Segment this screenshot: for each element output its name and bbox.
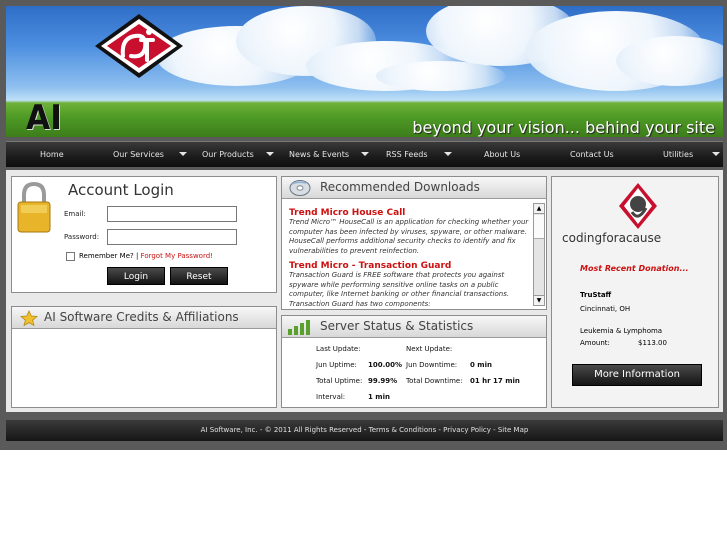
nav-news-events[interactable]: News & Events [289, 142, 373, 168]
nav-our-services[interactable]: Our Services [113, 142, 191, 168]
credits-panel: AI Software Credits & Affiliations [11, 306, 277, 408]
downloads-header: Recommended Downloads [282, 177, 546, 199]
nav-label: Utilities [663, 150, 694, 159]
download-title-link[interactable]: Trend Micro - Transaction Guard [289, 261, 529, 271]
login-button[interactable]: Login [107, 267, 165, 285]
total-downtime-value: 01 hr 17 min [470, 377, 520, 385]
month-downtime-value: 0 min [470, 361, 492, 369]
nav-label: Our Products [202, 150, 254, 159]
last-update-label: Last Update: [316, 345, 361, 353]
email-field[interactable] [107, 206, 237, 222]
download-description: Transaction Guard is FREE software that … [289, 271, 510, 307]
downloads-panel: Recommended Downloads Trend Micro House … [281, 176, 547, 310]
tagline: beyond your vision... behind your site [412, 118, 715, 137]
main-nav: Home Our Services Our Products News & Ev… [6, 141, 723, 167]
credits-title: AI Software Credits & Affiliations [44, 310, 239, 324]
password-field[interactable] [107, 229, 237, 245]
server-panel: Server Status & Statistics Last Update: … [281, 315, 547, 408]
nav-utilities[interactable]: Utilities [663, 142, 723, 168]
remember-row: Remember Me? | Forgot My Password! [79, 252, 213, 260]
site-logo[interactable]: AI SOFTWARE [6, 6, 266, 137]
total-uptime-value: 99.99% [368, 377, 398, 385]
scroll-down-icon[interactable]: ▼ [534, 295, 544, 305]
chevron-down-icon [179, 152, 187, 156]
download-description: Trend Micro™ HouseCall is an application… [289, 218, 529, 255]
recent-donation-title: Most Recent Donation... [580, 264, 689, 273]
separator: | [135, 252, 139, 260]
download-item: Trend Micro House Call Trend Micro™ Hous… [289, 208, 529, 256]
interval-value: 1 min [368, 393, 390, 401]
nav-contact-us[interactable]: Contact Us [570, 142, 614, 168]
server-title: Server Status & Statistics [320, 319, 474, 333]
amount-label: Amount: [580, 339, 610, 347]
nav-about-us[interactable]: About Us [484, 142, 520, 168]
downloads-list: Trend Micro House Call Trend Micro™ Hous… [289, 205, 529, 307]
scroll-thumb[interactable] [534, 215, 544, 239]
forgot-password-link[interactable]: Forgot My Password! [141, 252, 213, 260]
nav-our-products[interactable]: Our Products [202, 142, 278, 168]
password-label: Password: [64, 233, 100, 241]
month-uptime-label: Jun Uptime: [316, 361, 357, 369]
nav-rss-feeds[interactable]: RSS Feeds [386, 142, 454, 168]
chevron-down-icon [266, 152, 274, 156]
donor-location: Cincinnati, OH [580, 305, 631, 313]
more-information-button[interactable]: More Information [572, 364, 702, 386]
nav-label: About Us [484, 150, 521, 159]
nav-label: Home [40, 150, 64, 159]
remember-label: Remember Me? [79, 252, 134, 260]
chevron-down-icon [444, 152, 452, 156]
cause-name: Leukemia & Lymphoma [580, 327, 663, 335]
brand-name: AI SOFTWARE [26, 98, 62, 137]
bar-chart-icon [288, 320, 310, 335]
footer: AI Software, Inc. - © 2011 All Rights Re… [6, 420, 723, 441]
email-label: Email: [64, 210, 86, 218]
credits-header: AI Software Credits & Affiliations [12, 307, 276, 329]
nav-label: RSS Feeds [386, 150, 428, 159]
remember-checkbox[interactable] [66, 252, 75, 261]
month-downtime-label: Jun Downtime: [406, 361, 458, 369]
downloads-scrollbar[interactable]: ▲ ▼ [533, 203, 545, 306]
next-update-label: Next Update: [406, 345, 453, 353]
nav-label: News & Events [289, 150, 350, 159]
download-title-link[interactable]: Trend Micro House Call [289, 208, 529, 218]
disc-icon [289, 180, 311, 196]
cause-panel: codingforacause Most Recent Donation... … [551, 176, 719, 408]
download-item: Trend Micro - Transaction Guard Transact… [289, 261, 529, 307]
login-title: Account Login [68, 181, 174, 199]
login-panel: Account Login Email: Password: Remember … [11, 176, 277, 293]
padlock-icon [17, 181, 51, 233]
total-uptime-label: Total Uptime: [316, 377, 363, 385]
header-banner: AI SOFTWARE beyond your vision... behind… [6, 6, 723, 137]
nav-home[interactable]: Home [40, 142, 64, 168]
amount-value: $113.00 [638, 339, 667, 347]
content-area: Account Login Email: Password: Remember … [6, 170, 723, 412]
scroll-up-icon[interactable]: ▲ [534, 204, 544, 214]
interval-label: Interval: [316, 393, 346, 401]
cause-logo-text[interactable]: codingforacause [562, 231, 661, 245]
downloads-title: Recommended Downloads [320, 180, 480, 194]
coding-for-a-cause-icon [619, 183, 657, 229]
star-icon [20, 310, 38, 326]
chevron-down-icon [361, 152, 369, 156]
total-downtime-label: Total Downtime: [406, 377, 463, 385]
server-header: Server Status & Statistics [282, 316, 546, 338]
footer-text: AI Software, Inc. - © 2011 All Rights Re… [200, 426, 529, 434]
month-uptime-value: 100.00% [368, 361, 403, 369]
donor-name: TruStaff [580, 291, 612, 299]
reset-button[interactable]: Reset [170, 267, 228, 285]
nav-label: Contact Us [570, 150, 614, 159]
chevron-down-icon [712, 152, 720, 156]
nav-label: Our Services [113, 150, 164, 159]
